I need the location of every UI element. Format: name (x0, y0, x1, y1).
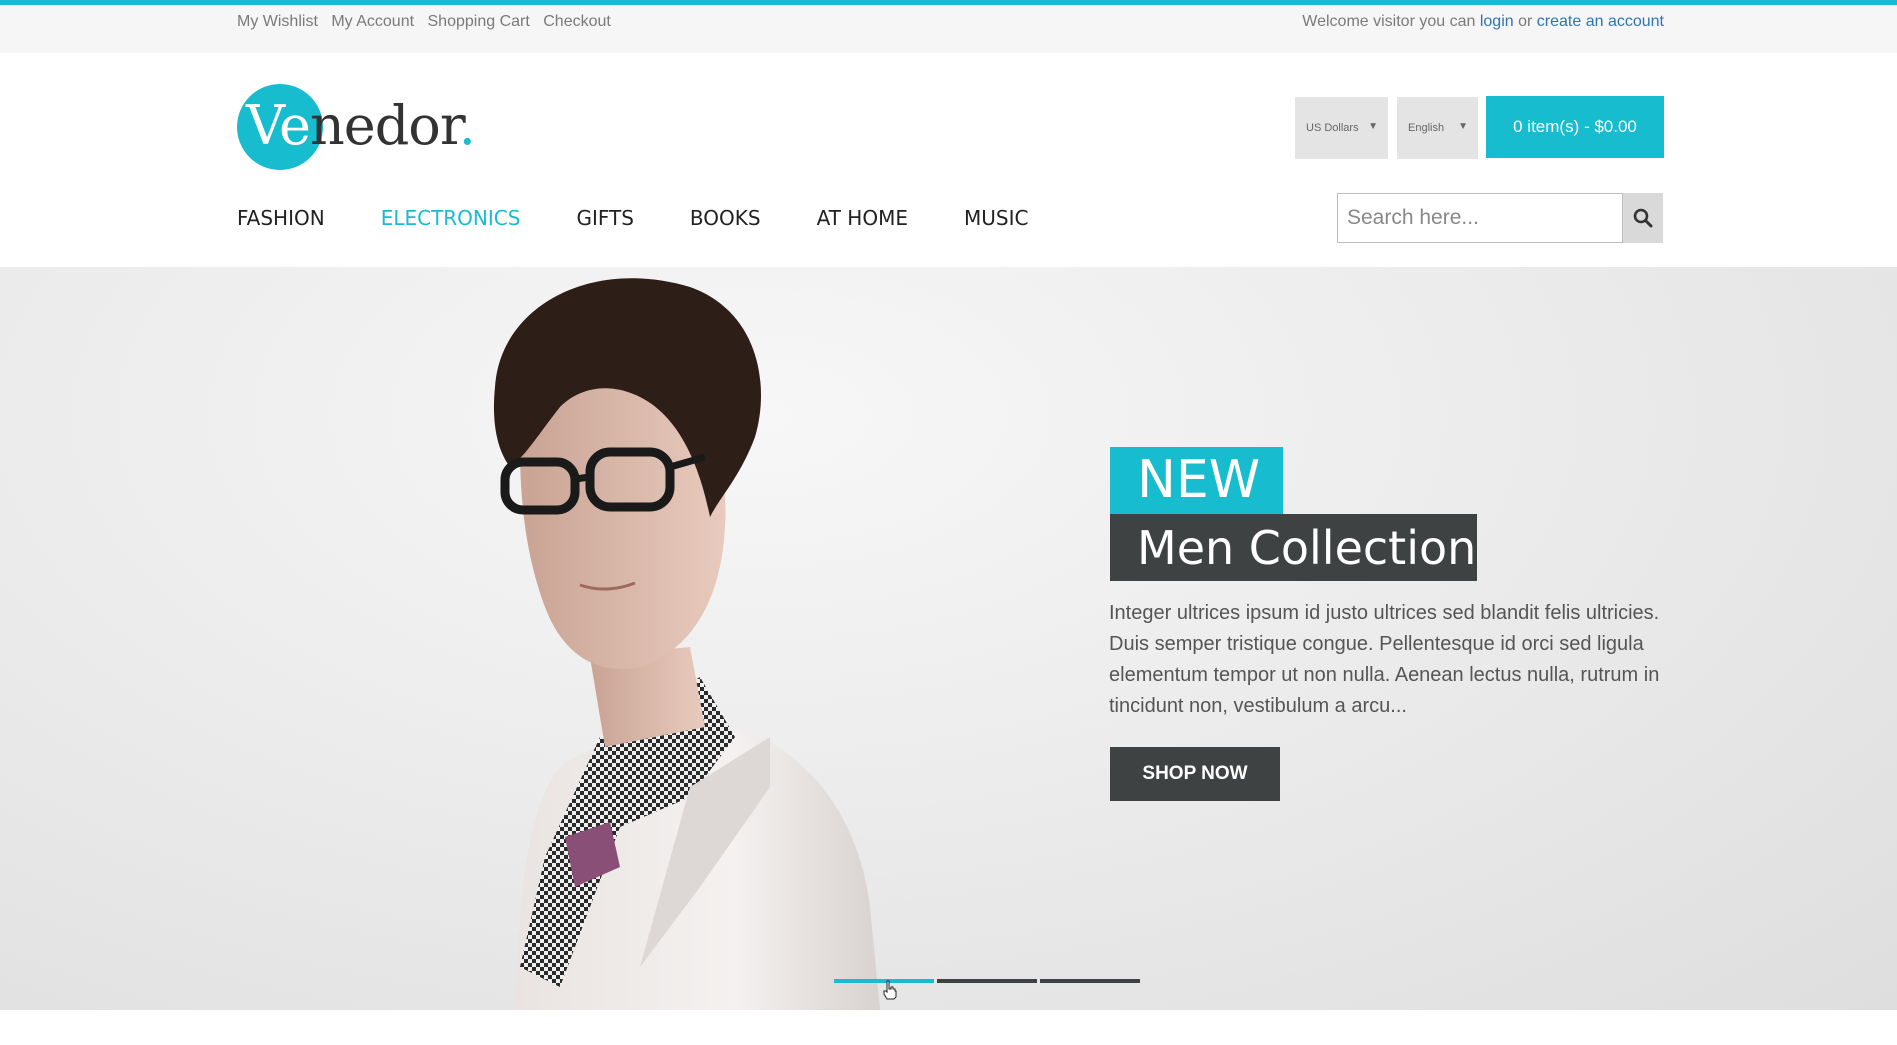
site-logo[interactable]: Venedor. (237, 84, 477, 172)
language-select[interactable]: English ▼ (1397, 97, 1478, 159)
welcome-text: Welcome visitor you can (1302, 13, 1476, 30)
checkout-link[interactable]: Checkout (543, 13, 611, 30)
nav-item-books[interactable]: BOOKS (690, 206, 761, 230)
main-nav: FASHION ELECTRONICS GIFTS BOOKS AT HOME … (237, 206, 1084, 230)
cart-button[interactable]: 0 item(s) - $0.00 (1486, 96, 1664, 158)
my-wishlist-link[interactable]: My Wishlist (237, 13, 318, 30)
currency-value: US Dollars (1306, 122, 1359, 134)
logo-text: Venedor. (246, 94, 476, 157)
search-icon (1633, 208, 1653, 228)
my-account-link[interactable]: My Account (331, 13, 414, 30)
language-value: English (1408, 122, 1445, 134)
nav-item-electronics[interactable]: ELECTRONICS (381, 206, 521, 230)
dropdown-arrow-icon: ▼ (1368, 121, 1378, 132)
welcome-message: Welcome visitor you can login or create … (1302, 13, 1664, 31)
login-link[interactable]: login (1480, 13, 1514, 30)
hero-slider: NEW Men Collection Integer ultrices ipsu… (0, 267, 1897, 1010)
account-links: My Wishlist My Account Shopping Cart Che… (237, 13, 620, 31)
shopping-cart-link[interactable]: Shopping Cart (428, 13, 530, 30)
or-text: or (1518, 13, 1533, 30)
nav-item-music[interactable]: MUSIC (964, 206, 1028, 230)
search-input[interactable] (1337, 193, 1623, 243)
create-account-link[interactable]: create an account (1537, 13, 1664, 30)
hero-badge-new: NEW (1110, 447, 1283, 514)
shop-now-button[interactable]: SHOP NOW (1110, 747, 1280, 801)
slider-pager (834, 979, 1143, 983)
hand-cursor-icon (883, 980, 897, 1000)
slide-indicator-2[interactable] (937, 979, 1037, 983)
dropdown-arrow-icon: ▼ (1458, 121, 1468, 132)
top-bar: My Wishlist My Account Shopping Cart Che… (0, 0, 1897, 53)
hero-description: Integer ultrices ipsum id justo ultrices… (1109, 602, 1660, 717)
nav-item-gifts[interactable]: GIFTS (576, 206, 633, 230)
slide-indicator-3[interactable] (1040, 979, 1140, 983)
hero-title: Men Collection (1110, 514, 1477, 581)
search-button[interactable] (1623, 193, 1663, 243)
nav-item-at-home[interactable]: AT HOME (817, 206, 908, 230)
currency-select[interactable]: US Dollars ▼ (1295, 97, 1388, 159)
nav-item-fashion[interactable]: FASHION (237, 206, 325, 230)
